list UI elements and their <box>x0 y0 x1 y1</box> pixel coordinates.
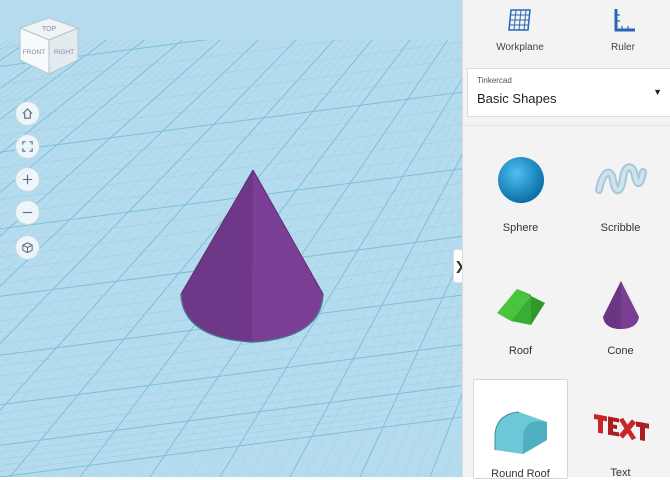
shape-label: Roof <box>508 345 533 357</box>
workplane-label: Workplane <box>496 42 544 53</box>
shape-label: Sphere <box>502 222 539 234</box>
fit-view-button[interactable] <box>15 134 40 159</box>
library-selected: Basic Shapes <box>477 91 557 106</box>
shapes-panel: Workplane Ruler Tinkercad Basic Shapes ▼… <box>462 0 670 480</box>
home-view-button[interactable] <box>15 101 40 126</box>
shape-label: Text <box>610 467 631 479</box>
workplane-viewport[interactable]: TOP FRONT RIGHT <box>0 0 462 477</box>
library-source: Tinkercad <box>477 76 512 85</box>
text-icon <box>593 414 649 442</box>
zoom-out-button[interactable] <box>15 200 40 225</box>
scribble-icon <box>594 163 647 195</box>
shape-round-roof[interactable]: Round Roof <box>473 379 568 480</box>
sphere-icon <box>497 157 544 203</box>
ruler-label: Ruler <box>611 42 635 53</box>
home-icon <box>22 108 33 119</box>
workplane-button[interactable]: Workplane <box>480 6 560 58</box>
cube-icon <box>22 242 33 254</box>
round-roof-icon <box>494 411 547 454</box>
shape-cone[interactable]: Cone <box>573 273 668 373</box>
ruler-button[interactable]: Ruler <box>583 6 663 58</box>
minus-icon <box>22 211 33 214</box>
shape-text[interactable]: Text <box>573 379 668 479</box>
view-cube-right: RIGHT <box>54 49 74 56</box>
view-cube-front: FRONT <box>23 49 45 56</box>
view-cube-top: TOP <box>42 26 57 33</box>
caret-down-icon: ▼ <box>653 87 662 97</box>
roof-icon <box>496 289 545 325</box>
panel-divider <box>463 125 670 126</box>
shape-label: Scribble <box>600 222 641 234</box>
ruler-icon <box>614 9 635 32</box>
shape-label: Cone <box>607 345 634 357</box>
perspective-button[interactable] <box>15 235 40 260</box>
view-cube[interactable]: TOP FRONT RIGHT <box>14 14 84 84</box>
shape-sphere[interactable]: Sphere <box>473 150 568 250</box>
plus-icon <box>22 174 33 185</box>
shape-scribble[interactable]: Scribble <box>573 150 668 250</box>
shape-roof[interactable]: Roof <box>473 273 568 373</box>
zoom-in-button[interactable] <box>15 167 40 192</box>
cone-icon <box>602 281 639 329</box>
shape-library-dropdown[interactable]: Tinkercad Basic Shapes ▼ <box>467 68 670 117</box>
shape-label: Round Roof <box>491 468 550 480</box>
fit-icon <box>22 141 33 152</box>
workplane-icon <box>508 9 531 31</box>
